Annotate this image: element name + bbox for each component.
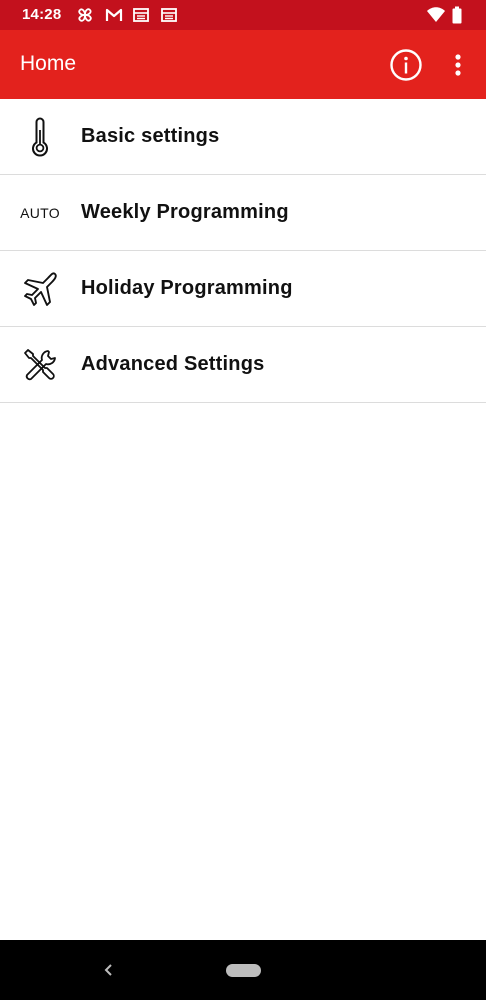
page-title: Home xyxy=(20,52,77,75)
menu-item-label: Holiday Programming xyxy=(81,277,293,299)
app-bar: Home xyxy=(0,30,486,99)
home-pill[interactable] xyxy=(226,964,261,977)
auto-icon: AUTO xyxy=(19,192,61,234)
info-icon[interactable] xyxy=(386,45,426,85)
battery-icon xyxy=(452,6,462,24)
system-nav-bar xyxy=(0,940,486,1000)
menu-item-advanced-settings[interactable]: Advanced Settings xyxy=(0,327,486,403)
wifi-icon xyxy=(427,7,445,22)
tools-icon xyxy=(19,344,61,386)
gmail-icon xyxy=(105,8,123,21)
thermometer-icon xyxy=(19,116,61,158)
menu-item-basic-settings[interactable]: Basic settings xyxy=(0,99,486,175)
home-screen: 14:28 Home Basic settings AUTO Weekly Pr… xyxy=(0,0,486,1000)
more-vert-icon[interactable] xyxy=(444,45,472,85)
news-icon xyxy=(161,8,177,22)
menu-item-label: Basic settings xyxy=(81,125,220,147)
status-bar: 14:28 xyxy=(0,0,486,30)
back-icon[interactable] xyxy=(98,958,118,982)
auto-icon-text: AUTO xyxy=(20,205,60,221)
pinwheel-icon xyxy=(78,8,92,22)
menu-list: Basic settings AUTO Weekly Programming H… xyxy=(0,99,486,403)
menu-item-holiday-programming[interactable]: Holiday Programming xyxy=(0,251,486,327)
airplane-icon xyxy=(19,268,61,310)
menu-item-weekly-programming[interactable]: AUTO Weekly Programming xyxy=(0,175,486,251)
news-icon xyxy=(133,8,149,22)
menu-item-label: Advanced Settings xyxy=(81,353,265,375)
menu-item-label: Weekly Programming xyxy=(81,201,289,223)
status-time: 14:28 xyxy=(22,6,62,23)
